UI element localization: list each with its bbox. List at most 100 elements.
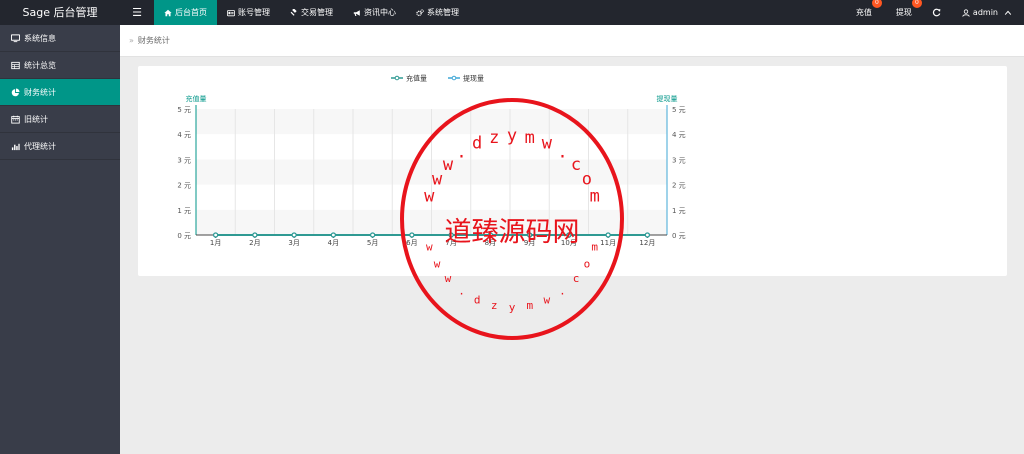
user-menu[interactable]: admin [950, 0, 1024, 25]
nav-item-label: 交易管理 [301, 8, 333, 17]
nav-item-label: 账号管理 [238, 8, 270, 17]
data-point [566, 232, 572, 238]
pie-chart-icon [11, 87, 20, 96]
stamp-bottom-char: m [526, 299, 533, 312]
y-axis-title-left: 充值量 [186, 94, 207, 103]
y-tick-label-right: 4 元 [672, 131, 686, 139]
stamp-bottom-char: d [474, 293, 481, 306]
data-point [370, 232, 376, 238]
legend-label: 充值量 [406, 74, 427, 83]
x-tick-label: 8月 [485, 239, 496, 247]
recharge-badge: 0 [871, 0, 882, 8]
data-point [291, 232, 297, 238]
recharge-label: 充值 [855, 8, 872, 17]
sidebar-item-finance[interactable]: 财务统计 [0, 79, 120, 106]
app-brand[interactable]: Sage 后台管理 [0, 0, 120, 25]
y-tick-label-right: 2 元 [672, 182, 686, 190]
finance-line-chart: 0 元0 元1 元1 元2 元2 元3 元3 元4 元4 元5 元5 元充值量提… [177, 74, 686, 248]
data-point [252, 232, 258, 238]
sidebar-item-label: 旧统计 [24, 114, 48, 124]
data-point [409, 232, 415, 238]
x-tick-label: 4月 [328, 239, 339, 247]
nav-item-news[interactable]: 资讯中心 [343, 0, 406, 25]
sidebar-item-old-stats[interactable]: 旧统计 [0, 106, 120, 133]
finance-chart-card: 0 元0 元1 元1 元2 元2 元3 元3 元4 元4 元5 元5 元充值量提… [138, 66, 1007, 276]
stamp-bottom-char: y [509, 301, 516, 314]
data-point [330, 232, 336, 238]
main-nav: 后台首页 账号管理 交易管理 资讯中心 系统管理 [154, 0, 469, 25]
x-tick-label: 7月 [445, 239, 456, 247]
x-tick-label: 1月 [210, 239, 221, 247]
id-card-icon [227, 9, 235, 16]
data-point [644, 232, 650, 238]
y-tick-label-left: 3 元 [177, 156, 191, 164]
nav-item-label: 系统管理 [427, 8, 459, 17]
x-tick-label: 3月 [288, 239, 299, 247]
calendar-icon [11, 115, 20, 124]
data-point [448, 232, 454, 238]
legend-marker [394, 75, 400, 81]
y-tick-label-left: 5 元 [177, 106, 191, 114]
data-point [487, 232, 493, 238]
y-tick-label-left: 0 元 [177, 232, 191, 240]
top-navbar: Sage 后台管理 ☰ 后台首页 账号管理 交易管理 资讯中心 系统管理 充值 … [0, 0, 1024, 25]
y-tick-label-left: 4 元 [177, 131, 191, 139]
cogs-icon [416, 8, 424, 16]
breadcrumb: » 财务统计 [120, 25, 1024, 57]
data-point [605, 232, 611, 238]
user-name: admin [972, 8, 998, 17]
nav-item-system[interactable]: 系统管理 [406, 0, 469, 25]
x-tick-label: 9月 [524, 239, 535, 247]
nav-item-home[interactable]: 后台首页 [154, 0, 217, 25]
legend-marker [451, 75, 457, 81]
y-tick-label-right: 5 元 [672, 106, 686, 114]
bar-chart-icon [11, 143, 20, 150]
refresh-icon [933, 8, 941, 17]
stamp-bottom-char: . [559, 284, 566, 297]
nav-item-accounts[interactable]: 账号管理 [217, 0, 280, 25]
nav-item-label: 后台首页 [175, 8, 207, 17]
x-tick-label: 10月 [561, 239, 577, 247]
sidebar-item-label: 财务统计 [24, 87, 56, 97]
y-axis-title-right: 提现量 [657, 94, 678, 103]
x-tick-label: 6月 [406, 239, 417, 247]
desktop-icon [11, 33, 20, 42]
bullhorn-icon [353, 9, 360, 16]
breadcrumb-trail: » 财务统计 [129, 25, 170, 57]
withdraw-link[interactable]: 提现 0 [884, 0, 924, 25]
sidebar-item-overview[interactable]: 统计总览 [0, 52, 120, 79]
gavel-icon [290, 8, 297, 16]
recharge-link[interactable]: 充值 0 [844, 0, 884, 25]
nav-item-label: 资讯中心 [364, 8, 396, 17]
nav-item-trades[interactable]: 交易管理 [280, 0, 343, 25]
sidebar-item-system-info[interactable]: 系统信息 [0, 25, 120, 52]
y-tick-label-left: 1 元 [177, 207, 191, 215]
sidebar-item-agent-stats[interactable]: 代理统计 [0, 133, 120, 160]
sidebar-item-label: 系统信息 [24, 33, 56, 43]
x-tick-label: 12月 [639, 239, 655, 247]
menu-toggle-icon[interactable]: ☰ [128, 0, 146, 25]
user-icon [962, 8, 970, 17]
home-icon [164, 9, 172, 16]
x-tick-label: 5月 [367, 239, 378, 247]
y-tick-label-right: 1 元 [672, 207, 686, 215]
stamp-bottom-char: z [491, 299, 498, 312]
x-tick-label: 11月 [600, 239, 616, 247]
withdraw-label: 提现 [895, 8, 912, 17]
data-point [527, 232, 533, 238]
breadcrumb-separator: » [129, 36, 134, 45]
legend-label: 提现量 [463, 74, 484, 83]
breadcrumb-current[interactable]: 财务统计 [138, 36, 170, 45]
withdraw-badge: 0 [911, 0, 922, 8]
refresh-button[interactable] [924, 0, 950, 25]
stamp-bottom-char: w [544, 293, 551, 306]
sidebar: 系统信息 统计总览 财务统计 旧统计 代理统计 [0, 25, 120, 454]
y-tick-label-left: 2 元 [177, 182, 191, 190]
x-tick-label: 2月 [249, 239, 260, 247]
table-icon [11, 61, 20, 69]
y-tick-label-right: 0 元 [672, 232, 686, 240]
stamp-bottom-char: . [458, 284, 465, 297]
sidebar-item-label: 代理统计 [24, 141, 56, 151]
right-nav: 充值 0 提现 0 admin [844, 0, 1024, 25]
chevron-up-icon [1004, 10, 1012, 15]
